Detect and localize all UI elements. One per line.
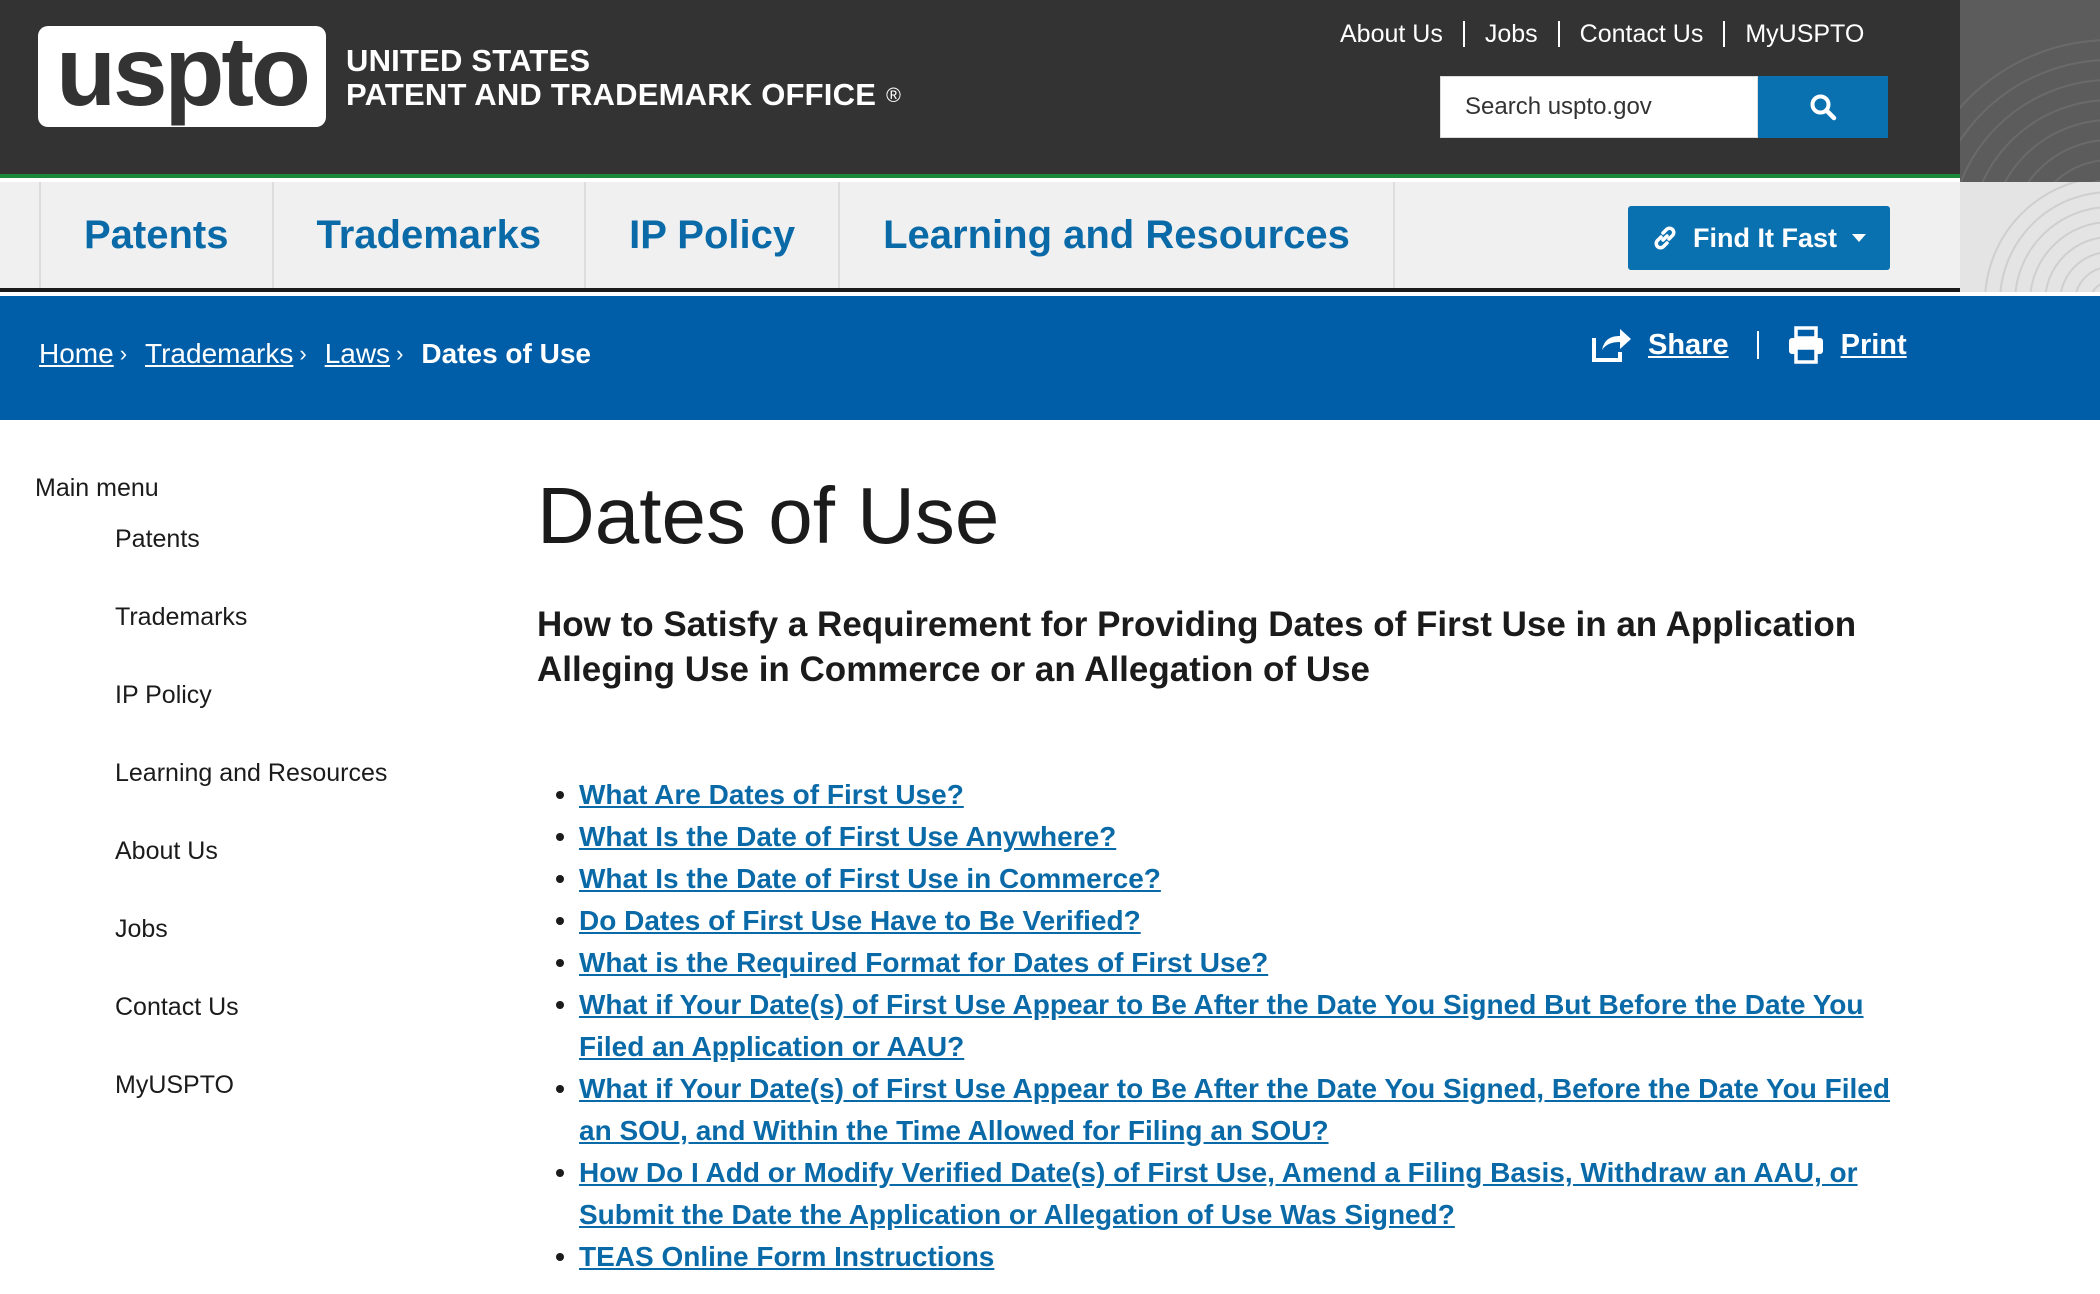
share-link[interactable]: Share xyxy=(1648,329,1729,362)
utility-nav: About Us Jobs Contact Us MyUSPTO xyxy=(1320,18,1884,50)
main-nav: Patents Trademarks IP Policy Learning an… xyxy=(0,182,1960,292)
topic-link-list: What Are Dates of First Use? What Is the… xyxy=(537,774,1917,1278)
search-input[interactable] xyxy=(1440,76,1758,138)
list-item: What is the Required Format for Dates of… xyxy=(537,942,1917,984)
chevron-right-icon: › xyxy=(299,341,307,366)
chevron-right-icon: › xyxy=(396,341,404,366)
list-item: How Do I Add or Modify Verified Date(s) … xyxy=(537,1152,1917,1236)
link-icon xyxy=(1654,226,1676,250)
main-nav-items: Patents Trademarks IP Policy Learning an… xyxy=(39,182,1395,288)
utility-link-about-us[interactable]: About Us xyxy=(1320,18,1463,50)
list-item: What Is the Date of First Use Anywhere? xyxy=(537,816,1917,858)
agency-line-1: UNITED STATES xyxy=(346,43,591,78)
breadcrumb-laws[interactable]: Laws xyxy=(325,338,390,370)
list-item: What Is the Date of First Use in Commerc… xyxy=(537,858,1917,900)
breadcrumb-current: Dates of Use xyxy=(421,338,592,369)
utility-link-myuspto[interactable]: MyUSPTO xyxy=(1725,18,1884,50)
main-nav-patents[interactable]: Patents xyxy=(41,182,274,288)
uspto-logo[interactable]: uspto xyxy=(38,22,326,127)
topic-link[interactable]: Do Dates of First Use Have to Be Verifie… xyxy=(579,905,1141,936)
main-nav-learning-and-resources[interactable]: Learning and Resources xyxy=(840,182,1395,288)
topic-link[interactable]: What Are Dates of First Use? xyxy=(579,779,964,810)
sidebar-item-trademarks[interactable]: Trademarks xyxy=(115,603,475,681)
sidebar-item-about-us[interactable]: About Us xyxy=(115,837,475,915)
print-icon[interactable] xyxy=(1787,326,1825,364)
page-subtitle: How to Satisfy a Requirement for Providi… xyxy=(537,605,1857,689)
main-nav-trademarks[interactable]: Trademarks xyxy=(274,182,587,288)
list-item: What if Your Date(s) of First Use Appear… xyxy=(537,1068,1917,1152)
breadcrumb-trademarks[interactable]: Trademarks xyxy=(145,338,293,370)
breadcrumb-home[interactable]: Home xyxy=(39,338,114,370)
list-item: What if Your Date(s) of First Use Appear… xyxy=(537,984,1917,1068)
topic-link[interactable]: What is the Required Format for Dates of… xyxy=(579,947,1268,978)
agency-name[interactable]: UNITED STATES PATENT AND TRADEMARK OFFIC… xyxy=(346,44,901,113)
topic-link[interactable]: How Do I Add or Modify Verified Date(s) … xyxy=(579,1157,1858,1230)
topic-link[interactable]: TEAS Online Form Instructions xyxy=(579,1241,994,1272)
fingerprint-pattern-icon xyxy=(1960,39,2100,292)
breadcrumb: Home › Trademarks › Laws › Dates of Use xyxy=(39,338,591,370)
find-it-fast-label: Find It Fast xyxy=(1693,222,1837,253)
find-it-fast-button[interactable]: Find It Fast xyxy=(1628,206,1890,270)
sidebar-item-myuspto[interactable]: MyUSPTO xyxy=(115,1071,475,1149)
breadcrumb-bar: Home › Trademarks › Laws › Dates of Use … xyxy=(0,296,2100,420)
utility-link-contact-us[interactable]: Contact Us xyxy=(1560,18,1724,50)
share-print-tools: Share Print xyxy=(1590,326,1907,364)
sidebar-main-menu: Main menu Patents Trademarks IP Policy L… xyxy=(35,474,475,1149)
sidebar-item-jobs[interactable]: Jobs xyxy=(115,915,475,993)
topic-link[interactable]: What Is the Date of First Use in Commerc… xyxy=(579,863,1161,894)
share-icon[interactable] xyxy=(1590,326,1632,364)
topic-link[interactable]: What Is the Date of First Use Anywhere? xyxy=(579,821,1116,852)
chevron-right-icon: › xyxy=(119,341,128,366)
sidebar-item-patents[interactable]: Patents xyxy=(115,525,475,603)
sidebar-heading: Main menu xyxy=(35,474,159,502)
list-item: What Are Dates of First Use? xyxy=(537,774,1917,816)
search-button[interactable] xyxy=(1758,76,1888,138)
decorative-light-panel xyxy=(1960,176,2100,292)
fingerprint-light-pattern-icon xyxy=(1984,176,2100,292)
page-title: Dates of Use xyxy=(537,471,1000,560)
print-link[interactable]: Print xyxy=(1841,329,1907,362)
logo-text: uspto xyxy=(56,15,311,126)
agency-line-2: PATENT AND TRADEMARK OFFICE xyxy=(346,77,877,112)
main-nav-ip-policy[interactable]: IP Policy xyxy=(586,182,841,288)
decorative-fingerprint-strip xyxy=(1960,0,2100,292)
list-item: Do Dates of First Use Have to Be Verifie… xyxy=(537,900,1917,942)
sidebar-item-learning-and-resources[interactable]: Learning and Resources xyxy=(115,759,475,837)
search-icon xyxy=(1810,94,1837,121)
utility-link-jobs[interactable]: Jobs xyxy=(1465,18,1558,50)
site-header: uspto UNITED STATES PATENT AND TRADEMARK… xyxy=(0,0,2100,178)
sidebar-menu-list: Patents Trademarks IP Policy Learning an… xyxy=(115,525,475,1149)
topic-link[interactable]: What if Your Date(s) of First Use Appear… xyxy=(579,989,1864,1062)
list-item: TEAS Online Form Instructions xyxy=(537,1236,1917,1278)
share-print-divider xyxy=(1756,331,1759,359)
caret-down-icon xyxy=(1852,234,1866,242)
topic-link[interactable]: What if Your Date(s) of First Use Appear… xyxy=(579,1073,1890,1146)
sidebar-item-ip-policy[interactable]: IP Policy xyxy=(115,681,475,759)
registered-mark: ® xyxy=(886,85,902,107)
sidebar-item-contact-us[interactable]: Contact Us xyxy=(115,993,475,1071)
main-content: Dates of Use How to Satisfy a Requiremen… xyxy=(537,470,1917,1278)
